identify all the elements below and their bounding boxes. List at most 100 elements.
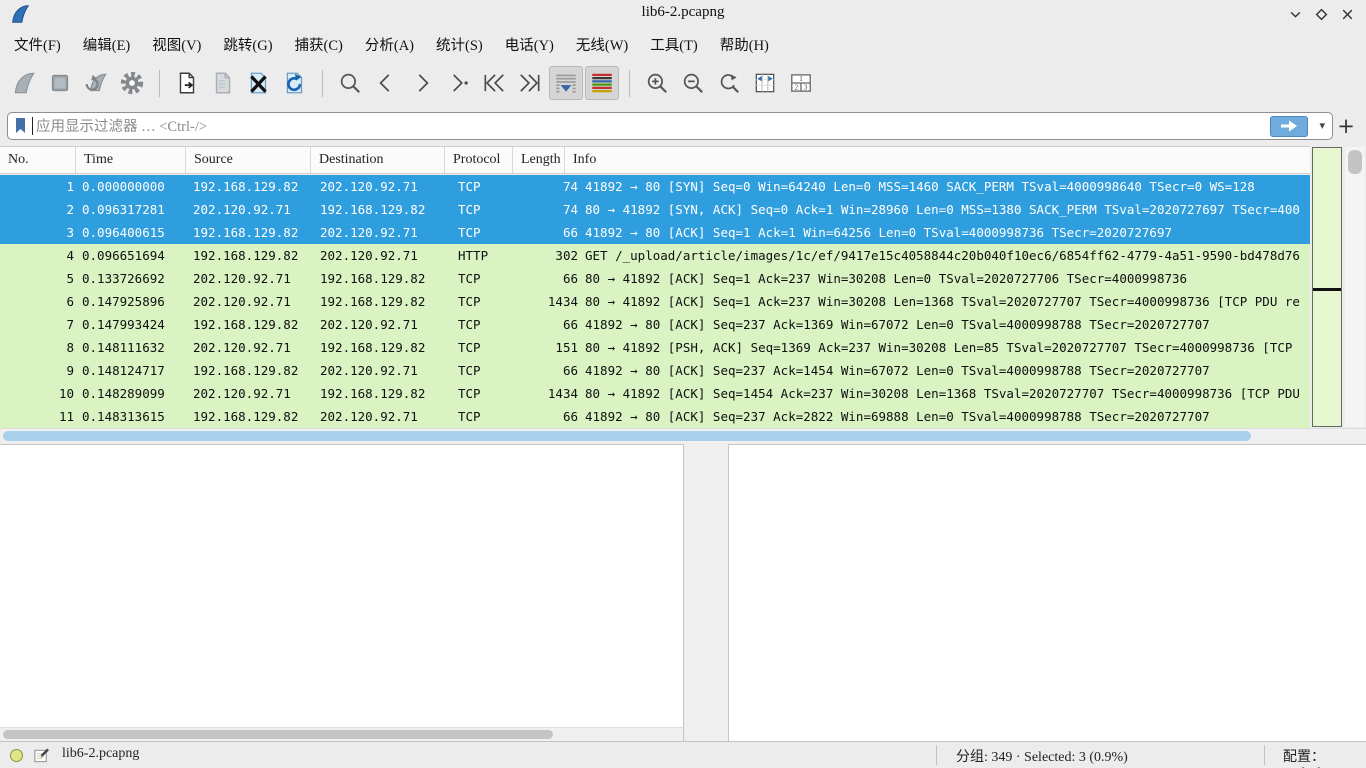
zoom-in-icon[interactable] [640,66,674,100]
packet-details-pane[interactable] [0,444,684,741]
packet-row[interactable]: 6 0.147925896 202.120.92.71 192.168.129.… [0,290,1310,313]
cell-source: 192.168.129.82 [193,221,320,244]
cell-source: 192.168.129.82 [193,175,320,198]
cell-source: 192.168.129.82 [193,313,320,336]
capture-comment-icon[interactable] [33,747,50,764]
packet-row[interactable]: 11 0.148313615 192.168.129.82 202.120.92… [0,405,1310,428]
menu-go[interactable]: 跳转(G) [212,29,283,60]
menu-wireless[interactable]: 无线(W) [565,29,639,60]
cell-info: GET /_upload/article/images/1c/ef/9417e1… [585,244,1310,267]
cell-destination: 192.168.129.82 [320,198,458,221]
resize-columns-icon[interactable] [748,66,782,100]
colorize-toggle-icon[interactable] [585,66,619,100]
column-header-no[interactable]: No. [0,147,76,173]
maximize-button[interactable] [1308,2,1334,26]
column-header-protocol[interactable]: Protocol [445,147,513,173]
details-pane-hscrollbar-thumb[interactable] [3,730,553,739]
cell-no: 11 [0,405,74,428]
open-file-icon[interactable] [170,66,204,100]
go-to-packet-icon[interactable] [441,66,475,100]
menu-view[interactable]: 视图(V) [141,29,212,60]
auto-scroll-toggle-icon[interactable] [549,66,583,100]
packet-list-hscrollbar[interactable] [0,428,1366,443]
go-last-icon[interactable] [513,66,547,100]
column-header-info[interactable]: Info [565,147,1310,173]
title-bar: lib6-2.pcapng [0,0,1366,28]
packet-row[interactable]: 9 0.148124717 192.168.129.82 202.120.92.… [0,359,1310,382]
zoom-reset-icon[interactable] [712,66,746,100]
cell-protocol: TCP [458,175,513,198]
cell-time: 0.133726692 [82,267,193,290]
packet-row[interactable]: 1 0.000000000 192.168.129.82 202.120.92.… [0,175,1310,198]
cell-destination: 202.120.92.71 [320,359,458,382]
packet-row[interactable]: 5 0.133726692 202.120.92.71 192.168.129.… [0,267,1310,290]
packet-list-hscrollbar-thumb[interactable] [3,431,1251,441]
cell-source: 202.120.92.71 [193,336,320,359]
status-separator [1264,745,1265,765]
cell-info: 41892 → 80 [ACK] Seq=1 Ack=1 Win=64256 L… [585,221,1310,244]
column-header-destination[interactable]: Destination [311,147,445,173]
menu-statistics[interactable]: 统计(S) [425,29,494,60]
add-filter-button-button[interactable]: + [1333,112,1359,140]
cell-no: 4 [0,244,74,267]
go-first-icon[interactable] [477,66,511,100]
main-toolbar: 123 [0,60,1366,106]
cell-destination: 192.168.129.82 [320,267,458,290]
vertical-scrollbar[interactable] [1345,147,1365,427]
stop-capture-icon[interactable] [43,66,77,100]
menu-file[interactable]: 文件(F) [3,29,72,60]
bookmark-icon[interactable] [12,116,30,136]
column-header-source[interactable]: Source [186,147,311,173]
packet-list-minimap[interactable] [1312,147,1342,427]
menu-capture[interactable]: 捕获(C) [284,29,354,60]
capture-options-icon[interactable] [115,66,149,100]
cell-protocol: TCP [458,313,513,336]
cell-info: 41892 → 80 [ACK] Seq=237 Ack=1369 Win=67… [585,313,1310,336]
column-header-length[interactable]: Length [513,147,565,173]
restart-capture-icon[interactable] [79,66,113,100]
cell-time: 0.148289099 [82,382,193,405]
cell-length: 66 [513,313,578,336]
pane-splitter[interactable] [685,444,728,741]
menu-help[interactable]: 帮助(H) [709,29,780,60]
packet-row[interactable]: 3 0.096400615 192.168.129.82 202.120.92.… [0,221,1310,244]
menu-tools[interactable]: 工具(T) [639,29,709,60]
start-capture-icon[interactable] [7,66,41,100]
cell-no: 3 [0,221,74,244]
zoom-out-icon[interactable] [676,66,710,100]
menu-analyze[interactable]: 分析(A) [354,29,425,60]
layout-icon[interactable]: 123 [784,66,818,100]
packet-row[interactable]: 10 0.148289099 202.120.92.71 192.168.129… [0,382,1310,405]
cell-length: 66 [513,221,578,244]
close-button[interactable] [1334,2,1360,26]
minimap-marker [1313,288,1341,291]
display-filter-input[interactable]: 应用显示过滤器 … <Ctrl-/> ▾ [7,112,1333,140]
filter-dropdown-caret[interactable]: ▾ [1319,119,1325,132]
packet-row[interactable]: 4 0.096651694 192.168.129.82 202.120.92.… [0,244,1310,267]
menu-telephony[interactable]: 电话(Y) [494,29,565,60]
reload-file-icon[interactable] [278,66,312,100]
cell-length: 1434 [513,382,578,405]
packet-bytes-pane[interactable] [728,444,1366,741]
go-back-icon[interactable] [369,66,403,100]
apply-filter-button[interactable] [1270,116,1308,137]
packet-row[interactable]: 7 0.147993424 192.168.129.82 202.120.92.… [0,313,1310,336]
packet-row[interactable]: 8 0.148111632 202.120.92.71 192.168.129.… [0,336,1310,359]
details-pane-hscrollbar[interactable] [0,727,683,741]
save-file-icon[interactable] [206,66,240,100]
vertical-scrollbar-thumb[interactable] [1348,150,1362,174]
packet-row[interactable]: 2 0.096317281 202.120.92.71 192.168.129.… [0,198,1310,221]
cell-info: 80 → 41892 [ACK] Seq=1 Ack=237 Win=30208… [585,267,1310,290]
toolbar-separator [159,70,160,97]
go-forward-icon[interactable] [405,66,439,100]
status-profile[interactable]: 配置：Default [1283,746,1366,768]
cell-protocol: TCP [458,221,513,244]
minimize-button[interactable] [1282,2,1308,26]
expert-info-icon[interactable] [10,749,23,762]
find-packet-icon[interactable] [333,66,367,100]
menu-edit[interactable]: 编辑(E) [72,29,142,60]
close-file-icon[interactable] [242,66,276,100]
cell-protocol: HTTP [458,244,513,267]
cell-no: 10 [0,382,74,405]
column-header-time[interactable]: Time [76,147,186,173]
